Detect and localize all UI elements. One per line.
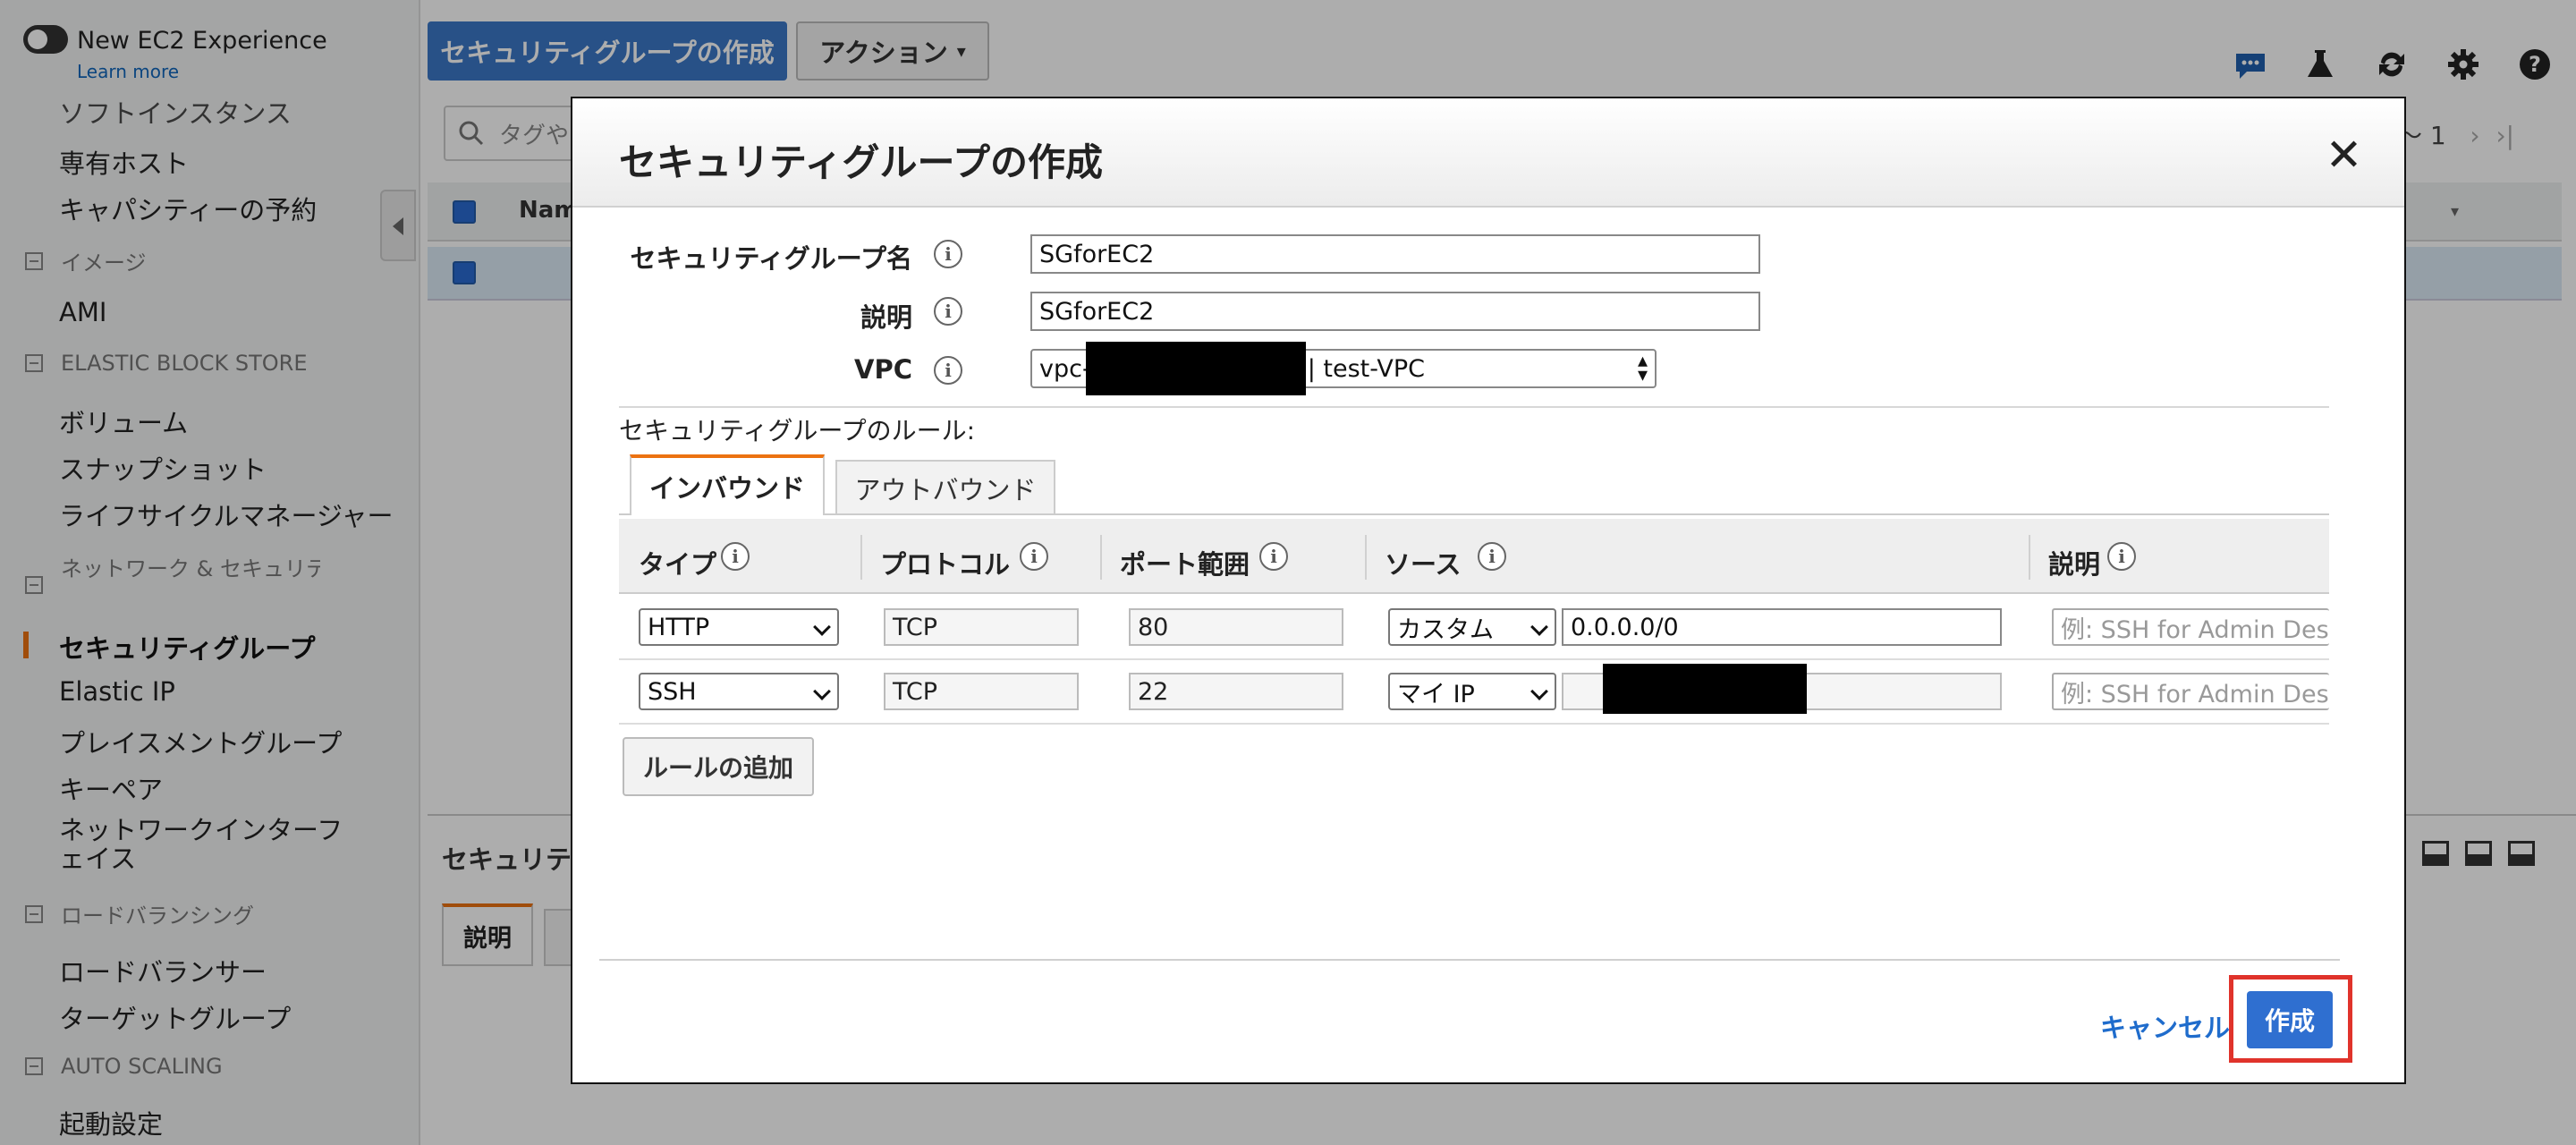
col-port-range: ポート範囲	[1120, 549, 1250, 580]
dialog-title: セキュリティグループの作成	[619, 140, 1103, 184]
create-button[interactable]: 作成	[2247, 991, 2333, 1048]
rule-source-type-select[interactable]: カスタム	[1388, 608, 1556, 646]
tab-inbound[interactable]: インバウンド	[630, 454, 825, 515]
info-icon[interactable]: i	[721, 542, 750, 571]
info-icon[interactable]: i	[1478, 542, 1506, 571]
rule-source-type-select[interactable]: マイ IP	[1388, 673, 1556, 710]
redacted-ip-address	[1603, 664, 1807, 714]
rule-type-select[interactable]: SSH	[639, 673, 839, 710]
column-separator	[2029, 535, 2030, 580]
column-separator	[1100, 535, 1102, 580]
info-icon[interactable]: i	[1020, 542, 1048, 571]
info-icon[interactable]: i	[1259, 542, 1288, 571]
rule-port-range[interactable]: 80	[1129, 608, 1343, 646]
footer-divider	[599, 959, 2340, 961]
info-icon[interactable]: i	[934, 240, 962, 268]
column-separator	[1365, 535, 1367, 580]
column-separator	[860, 535, 862, 580]
rule-protocol: TCP	[884, 608, 1079, 646]
cancel-button[interactable]: キャンセル	[2100, 1007, 2230, 1045]
rule-description-input[interactable]: 例: SSH for Admin Desktop	[2052, 608, 2329, 646]
redacted-vpc-id	[1086, 342, 1306, 395]
sg-description-input[interactable]: SGforEC2	[1030, 292, 1760, 331]
rule-port-range[interactable]: 22	[1129, 673, 1343, 710]
dialog-header: セキュリティグループの作成	[572, 98, 2404, 208]
col-source: ソース	[1385, 549, 1462, 580]
rule-protocol: TCP	[884, 673, 1079, 710]
sg-name-label: セキュリティグループ名	[630, 243, 912, 274]
chevron-down-icon	[1530, 683, 1548, 700]
vpc-label: VPC	[854, 354, 912, 385]
info-icon[interactable]: i	[934, 297, 962, 326]
create-security-group-dialog: セキュリティグループの作成 セキュリティグループ名 i SGforEC2 説明 …	[571, 97, 2406, 1084]
close-icon[interactable]	[2326, 136, 2361, 172]
rules-table-header: タイプ i プロトコル i ポート範囲 i ソース i 説明 i	[619, 519, 2329, 594]
tab-underline	[619, 513, 2329, 515]
info-icon[interactable]: i	[2107, 542, 2136, 571]
add-rule-button[interactable]: ルールの追加	[623, 737, 814, 796]
sg-description-label: 説明	[860, 302, 912, 333]
chevron-down-icon	[1530, 618, 1548, 636]
info-icon[interactable]: i	[934, 356, 962, 385]
rule-description-input[interactable]: 例: SSH for Admin Desktop	[2052, 673, 2329, 710]
rule-source-cidr-input[interactable]: 0.0.0.0/0	[1562, 608, 2002, 646]
sg-name-input[interactable]: SGforEC2	[1030, 234, 1760, 274]
col-protocol: プロトコル	[880, 549, 1011, 580]
table-row: HTTP TCP 80 カスタム 0.0.0.0/0 例: SSH for Ad…	[619, 596, 2329, 660]
select-arrows-icon: ▴ ▾	[1637, 350, 1648, 386]
col-type: タイプ	[639, 549, 717, 580]
chevron-down-icon	[813, 618, 831, 636]
divider	[619, 406, 2329, 408]
rule-type-select[interactable]: HTTP	[639, 608, 839, 646]
chevron-down-icon	[813, 683, 831, 700]
table-row: SSH TCP 22 マイ IP /32 例: SSH for Admin De…	[619, 660, 2329, 725]
col-description: 説明	[2048, 549, 2101, 580]
rules-label: セキュリティグループのルール:	[619, 416, 976, 445]
tab-outbound[interactable]: アウトバウンド	[835, 460, 1055, 515]
